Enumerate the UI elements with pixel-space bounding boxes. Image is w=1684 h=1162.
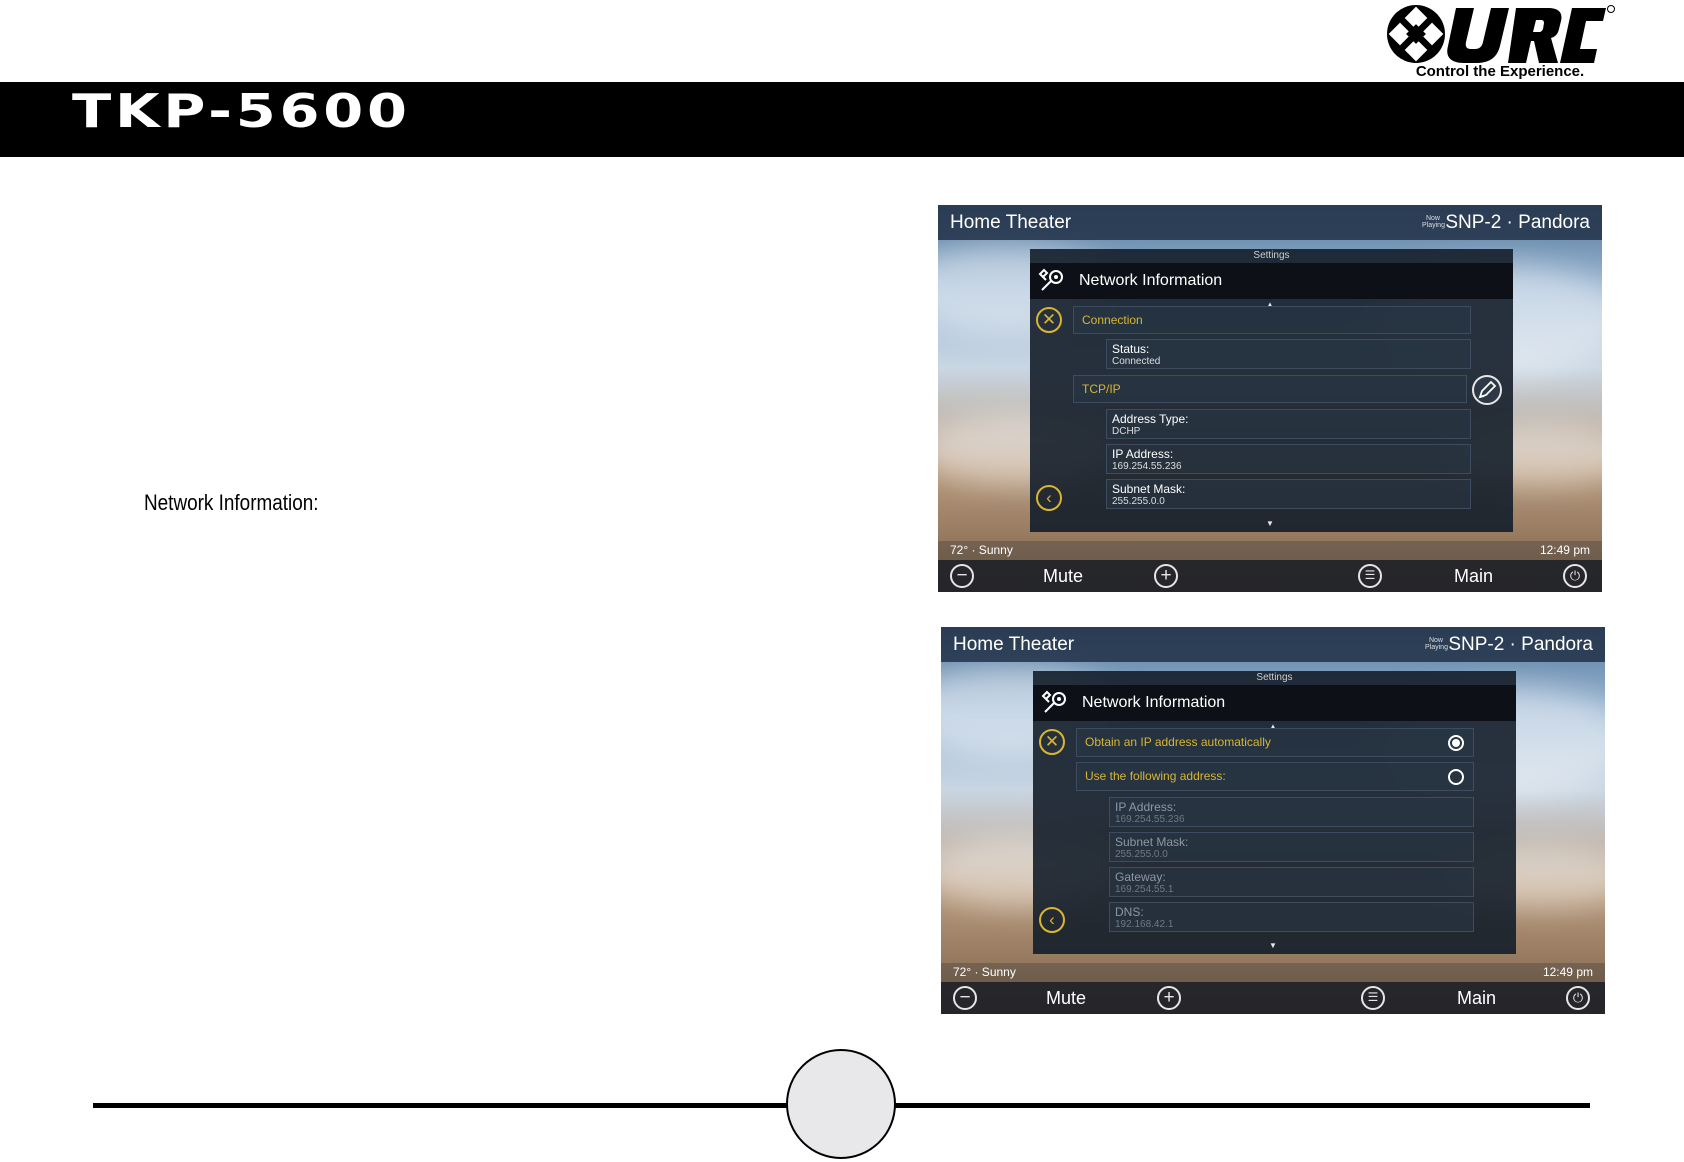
main-button[interactable]: Main (1457, 988, 1496, 1009)
back-icon[interactable]: ‹ (1036, 485, 1062, 511)
mute-button[interactable]: Mute (1046, 988, 1086, 1009)
top-bar: Home Theater Now Playing SNP-2 · Pandora (941, 627, 1605, 662)
weather-label: 72° · Sunny (953, 965, 1016, 979)
option-auto-row[interactable]: Obtain an IP address automatically (1076, 728, 1474, 757)
now-playing-label: Now Playing (1422, 215, 1445, 229)
menu-icon[interactable]: ☰ (1361, 986, 1385, 1010)
option-manual-row[interactable]: Use the following address: (1076, 762, 1474, 791)
minus-icon[interactable]: − (953, 986, 977, 1010)
source-label[interactable]: SNP-2 · Pandora (1448, 634, 1593, 656)
settings-caption: Settings (1253, 250, 1290, 261)
page-number-badge (786, 1049, 896, 1159)
network-info-panel: Settings Network Information ▲ ✕ Connect… (1030, 249, 1513, 532)
mute-button[interactable]: Mute (1043, 566, 1083, 587)
plus-icon[interactable]: + (1157, 986, 1181, 1010)
main-button[interactable]: Main (1454, 566, 1493, 587)
back-icon[interactable]: ‹ (1039, 907, 1065, 933)
tcpip-header[interactable]: TCP/IP (1073, 375, 1467, 403)
close-icon[interactable]: ✕ (1039, 729, 1065, 755)
status-row: Status: Connected (1106, 339, 1471, 369)
bottom-bar: − Mute + ☰ Main ⏻ (941, 982, 1605, 1014)
room-title: Home Theater (953, 634, 1075, 655)
dns-row: DNS: 192.168.42.1 (1109, 902, 1474, 932)
settings-caption: Settings (1256, 672, 1293, 683)
edit-icon[interactable] (1472, 375, 1502, 405)
subnet-mask-row: Subnet Mask: 255.255.0.0 (1106, 479, 1471, 509)
plus-icon[interactable]: + (1154, 564, 1178, 588)
now-playing-label: Now Playing (1425, 637, 1448, 651)
network-info-panel: Settings Network Information ▲ ✕ Obtain … (1033, 671, 1516, 954)
clock-label: 12:49 pm (1539, 543, 1590, 557)
bottom-bar: − Mute + ☰ Main ⏻ (938, 560, 1602, 592)
section-label: Network Information: (144, 490, 319, 515)
room-title: Home Theater (950, 212, 1072, 233)
address-type-row: Address Type: DCHP (1106, 409, 1471, 439)
panel-header: Network Information (1030, 263, 1513, 299)
menu-icon[interactable]: ☰ (1358, 564, 1382, 588)
panel-title: Network Information (1079, 272, 1223, 289)
brand-tagline: Control the Experience. (1415, 63, 1585, 80)
weather-label: 72° · Sunny (950, 543, 1013, 557)
scroll-down-icon[interactable]: ▼ (1269, 941, 1277, 950)
connection-header[interactable]: Connection (1073, 306, 1471, 334)
ip-address-row: IP Address: 169.254.55.236 (1106, 444, 1471, 474)
ip-address-row: IP Address: 169.254.55.236 (1109, 797, 1474, 827)
status-line: 72° · Sunny 12:49 pm (941, 963, 1605, 982)
tools-icon (1041, 690, 1066, 713)
device-screen-tcpip: Home Theater Now Playing SNP-2 · Pandora… (941, 627, 1605, 1014)
minus-icon[interactable]: − (950, 564, 974, 588)
tools-icon (1038, 268, 1063, 291)
power-icon[interactable]: ⏻ (1566, 986, 1590, 1010)
radio-manual[interactable] (1448, 769, 1464, 785)
radio-auto[interactable] (1448, 735, 1464, 751)
close-icon[interactable]: ✕ (1036, 307, 1062, 333)
source-label[interactable]: SNP-2 · Pandora (1445, 212, 1590, 234)
subnet-mask-row: Subnet Mask: 255.255.0.0 (1109, 832, 1474, 862)
panel-header: Network Information (1033, 685, 1516, 721)
panel-title: Network Information (1082, 694, 1226, 711)
gateway-row: Gateway: 169.254.55.1 (1109, 867, 1474, 897)
clock-label: 12:49 pm (1542, 965, 1593, 979)
power-icon[interactable]: ⏻ (1563, 564, 1587, 588)
page-title: TKP-5600 (72, 84, 411, 138)
top-bar: Home Theater Now Playing SNP-2 · Pandora (938, 205, 1602, 240)
device-screen-connection: Home Theater Now Playing SNP-2 · Pandora… (938, 205, 1602, 592)
scroll-down-icon[interactable]: ▼ (1266, 519, 1274, 528)
status-line: 72° · Sunny 12:49 pm (938, 541, 1602, 560)
